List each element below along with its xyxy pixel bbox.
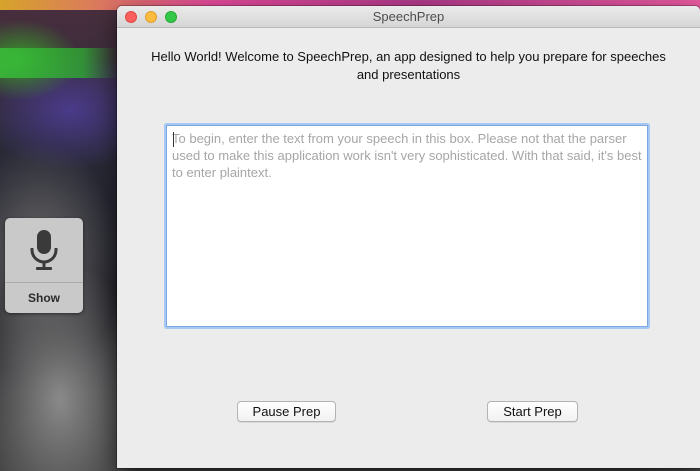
microphone-icon xyxy=(30,230,58,270)
text-caret xyxy=(173,132,174,147)
start-prep-button[interactable]: Start Prep xyxy=(487,401,578,422)
microphone-button[interactable] xyxy=(5,218,83,282)
pause-prep-button[interactable]: Pause Prep xyxy=(237,401,336,422)
speech-input[interactable] xyxy=(167,126,647,326)
dictation-show-button[interactable]: Show xyxy=(5,283,83,313)
dictation-widget[interactable]: Show xyxy=(5,218,83,313)
speech-text-area[interactable] xyxy=(166,125,648,327)
app-window: SpeechPrep Hello World! Welcome to Speec… xyxy=(117,6,700,468)
title-bar[interactable]: SpeechPrep xyxy=(117,6,700,28)
window-title: SpeechPrep xyxy=(372,9,445,24)
welcome-message: Hello World! Welcome to SpeechPrep, an a… xyxy=(151,49,666,82)
